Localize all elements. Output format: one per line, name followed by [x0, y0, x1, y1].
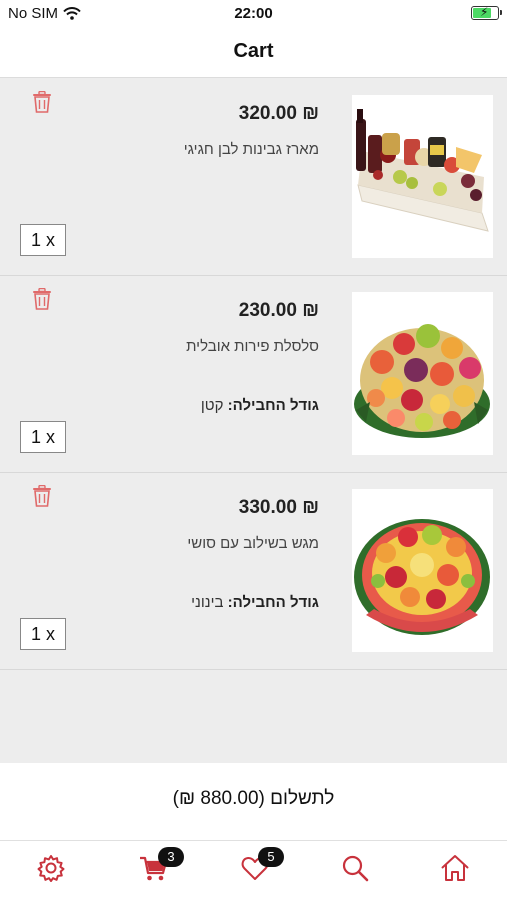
quantity-selector[interactable]: 1 x	[20, 224, 66, 256]
item-package-size: גודל החבילה: בינוני	[191, 594, 319, 611]
tab-bar: 3 5	[0, 841, 507, 900]
search-icon	[342, 855, 369, 882]
cart-item[interactable]: ₪ 320.00 מארז גבינות לבן חגיגי 1 x	[0, 79, 507, 276]
tab-cart[interactable]: 3	[138, 847, 184, 887]
cart-item[interactable]: ₪ 330.00 מגש בשילוב עם סושי גודל החבילה:…	[0, 473, 507, 670]
trash-icon[interactable]	[32, 485, 52, 507]
status-bar: No SIM 22:00 ⚡	[0, 0, 507, 28]
package-size-label: גודל החבילה:	[227, 397, 319, 414]
checkout-total[interactable]: לתשלום (880.00 ₪)	[0, 788, 507, 810]
item-package-size: גודל החבילה: קטן	[201, 397, 319, 414]
item-name[interactable]: סלסלת פירות אובלית	[186, 338, 319, 355]
tab-home[interactable]	[440, 853, 474, 887]
item-name[interactable]: מארז גבינות לבן חגיגי	[184, 141, 319, 158]
package-size-value: קטן	[200, 397, 224, 414]
home-icon	[441, 855, 469, 881]
charging-bolt-icon: ⚡	[480, 5, 489, 19]
item-price: ₪ 330.00	[238, 497, 319, 518]
battery-icon: ⚡	[471, 5, 502, 20]
item-price: ₪ 230.00	[238, 300, 319, 321]
gear-icon	[37, 855, 65, 882]
package-size-label: גודל החבילה:	[227, 594, 319, 611]
cart-count-badge: 3	[158, 847, 184, 867]
favorites-count-badge: 5	[258, 847, 284, 867]
trash-icon[interactable]	[32, 288, 52, 310]
cart-list: ₪ 320.00 מארז גבינות לבן חגיגי 1 x ₪ 230…	[0, 79, 507, 670]
quantity-selector[interactable]: 1 x	[20, 421, 66, 453]
quantity-selector[interactable]: 1 x	[20, 618, 66, 650]
item-price: ₪ 320.00	[238, 103, 319, 124]
cart-item[interactable]: ₪ 230.00 סלסלת פירות אובלית גודל החבילה:…	[0, 276, 507, 473]
status-time: 22:00	[234, 5, 273, 22]
checkout-bar[interactable]: לתשלום (880.00 ₪)	[0, 763, 507, 841]
product-image-cheese-box[interactable]	[352, 95, 493, 258]
item-name[interactable]: מגש בשילוב עם סושי	[187, 535, 319, 552]
trash-icon[interactable]	[32, 91, 52, 113]
product-image-fruit-basket[interactable]	[352, 292, 493, 455]
product-image-fruit-platter[interactable]	[352, 489, 493, 652]
tab-settings[interactable]	[36, 853, 70, 887]
page-title: Cart	[233, 40, 274, 62]
tab-search[interactable]	[340, 853, 374, 887]
tab-favorites[interactable]: 5	[240, 847, 284, 887]
package-size-value: בינוני	[191, 594, 224, 611]
nav-bar: Cart	[0, 28, 507, 78]
